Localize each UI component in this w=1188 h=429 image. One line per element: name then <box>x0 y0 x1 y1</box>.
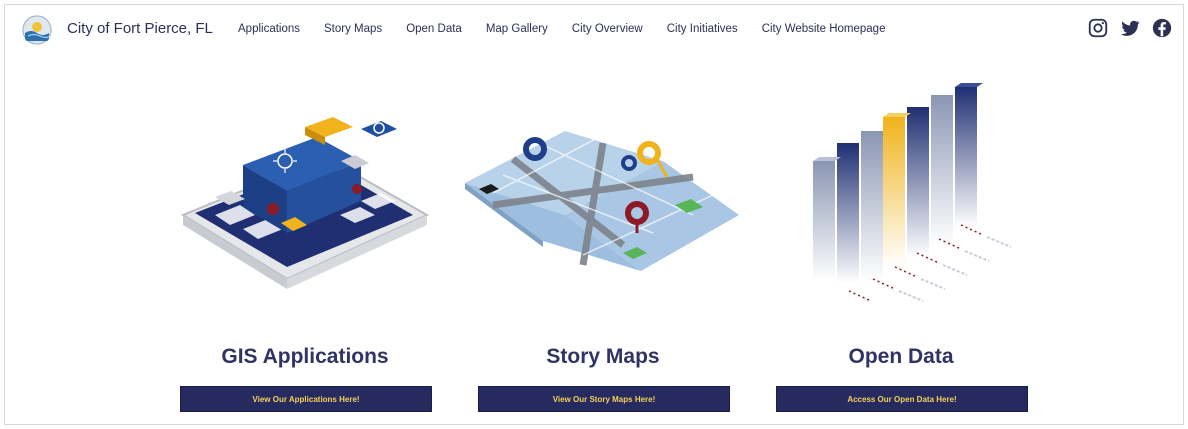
site-title[interactable]: City of Fort Pierce, FL <box>67 20 213 37</box>
main-nav: Applications Story Maps Open Data Map Ga… <box>238 23 909 35</box>
nav-city-overview[interactable]: City Overview <box>572 23 643 35</box>
card-title-open-data: Open Data <box>848 345 954 368</box>
nav-story-maps[interactable]: Story Maps <box>324 23 382 35</box>
story-maps-illustration <box>465 131 739 271</box>
card-title-gis-applications: GIS Applications <box>221 345 389 368</box>
facebook-icon[interactable] <box>1151 17 1173 39</box>
access-open-data-button[interactable]: Access Our Open Data Here! <box>776 386 1028 412</box>
site-header: City of Fort Pierce, FL Applications Sto… <box>5 5 1183 55</box>
twitter-icon[interactable] <box>1119 17 1141 39</box>
view-applications-button[interactable]: View Our Applications Here! <box>180 386 432 412</box>
nav-applications[interactable]: Applications <box>238 23 300 35</box>
nav-city-website-homepage[interactable]: City Website Homepage <box>762 23 886 35</box>
nav-map-gallery[interactable]: Map Gallery <box>486 23 548 35</box>
page-frame: City of Fort Pierce, FL Applications Sto… <box>4 4 1184 425</box>
city-logo-icon[interactable] <box>22 15 52 45</box>
social-links <box>1087 17 1173 39</box>
instagram-icon[interactable] <box>1087 17 1109 39</box>
card-title-story-maps: Story Maps <box>546 345 660 368</box>
card-gis-applications: GIS Applications View Our Applications H… <box>155 65 455 425</box>
gis-applications-illustration <box>180 117 430 289</box>
view-story-maps-button[interactable]: View Our Story Maps Here! <box>478 386 730 412</box>
nav-city-initiatives[interactable]: City Initiatives <box>667 23 738 35</box>
open-data-illustration <box>813 83 1012 302</box>
nav-open-data[interactable]: Open Data <box>406 23 462 35</box>
card-story-maps: Story Maps View Our Story Maps Here! <box>453 65 753 425</box>
card-open-data: Open Data Access Our Open Data Here! <box>751 65 1051 425</box>
